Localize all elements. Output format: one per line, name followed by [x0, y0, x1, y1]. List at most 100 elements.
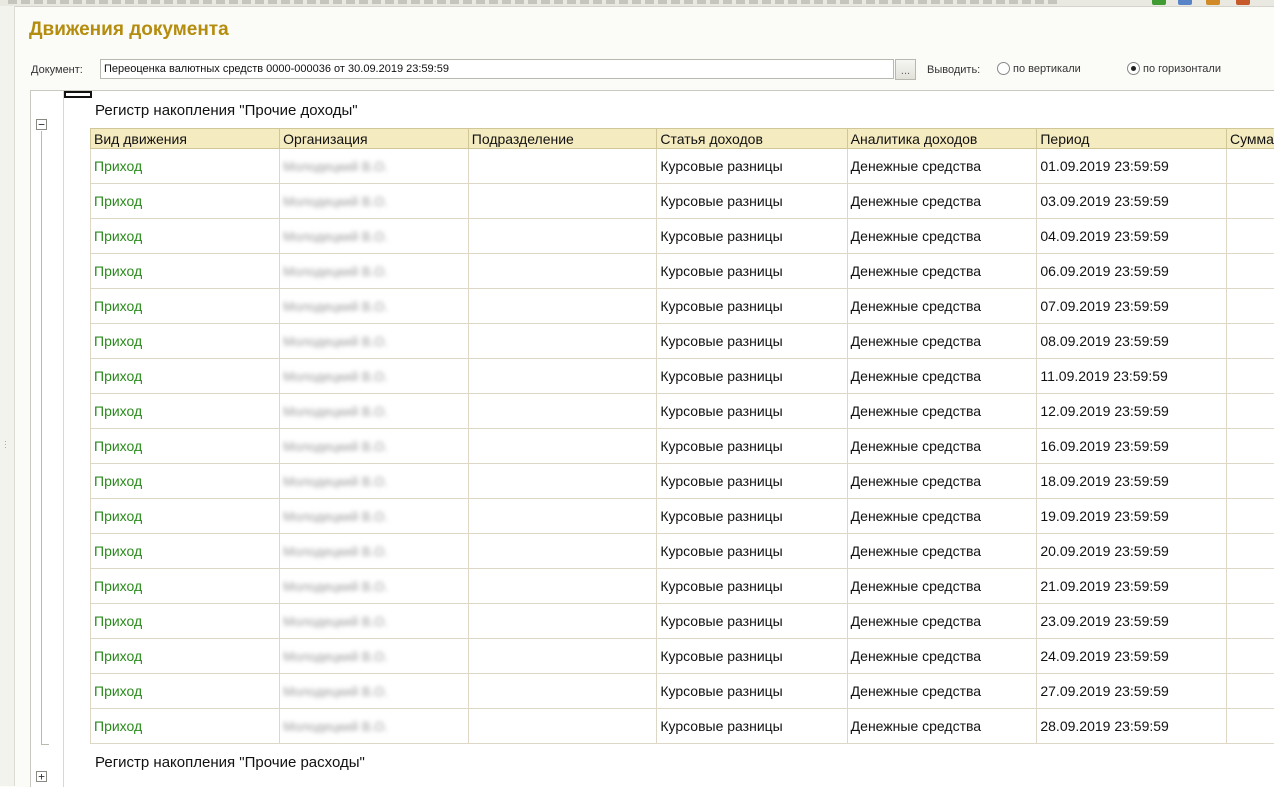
table-row[interactable]: ПриходМолодецкий В.О. Курсовые разницыДен…	[91, 394, 1274, 429]
cell-organization[interactable]: Молодецкий В.О.	[280, 184, 469, 219]
expand-plus-icon[interactable]: +	[36, 771, 47, 782]
cell-organization[interactable]: Молодецкий В.О.	[280, 219, 469, 254]
cell-movement-kind[interactable]: Приход	[91, 674, 280, 709]
cell-income-article[interactable]: Курсовые разницы	[657, 254, 847, 289]
cell-division[interactable]	[468, 464, 657, 499]
cell-movement-kind[interactable]: Приход	[91, 254, 280, 289]
cell-income-analytics[interactable]: Денежные средства	[847, 254, 1037, 289]
cell-amount[interactable]	[1226, 429, 1274, 464]
cell-movement-kind[interactable]: Приход	[91, 394, 280, 429]
table-row[interactable]: ПриходМолодецкий В.О.Курсовые разницыДен…	[91, 604, 1274, 639]
cell-income-analytics[interactable]: Денежные средства	[847, 289, 1037, 324]
cell-movement-kind[interactable]: Приход	[91, 149, 280, 184]
cell-division[interactable]	[468, 639, 657, 674]
cell-period[interactable]: 19.09.2019 23:59:59	[1037, 499, 1227, 534]
column-header[interactable]: Аналитика доходов	[847, 129, 1037, 149]
cell-period[interactable]: 24.09.2019 23:59:59	[1037, 639, 1227, 674]
table-row[interactable]: ПриходМолодецкий В.О.Курсовые разницыДен…	[91, 429, 1274, 464]
cell-income-analytics[interactable]: Денежные средства	[847, 499, 1037, 534]
cell-division[interactable]	[468, 604, 657, 639]
cell-income-article[interactable]: Курсовые разницы	[657, 394, 847, 429]
radio-circle-icon[interactable]	[997, 62, 1010, 75]
cell-amount[interactable]	[1226, 604, 1274, 639]
cell-movement-kind[interactable]: Приход	[91, 534, 280, 569]
cell-organization[interactable]: Молодецкий В.О.	[280, 604, 469, 639]
table-row[interactable]: ПриходМолодецкий В.О.Курсовые разницыДен…	[91, 709, 1274, 744]
table-row[interactable]: ПриходМолодецкий В.О.Курсовые разницыДен…	[91, 569, 1274, 604]
cell-movement-kind[interactable]: Приход	[91, 639, 280, 674]
cell-income-analytics[interactable]: Денежные средства	[847, 394, 1037, 429]
toolbar-icon[interactable]	[1178, 0, 1192, 5]
cell-movement-kind[interactable]: Приход	[91, 569, 280, 604]
cell-organization[interactable]: Молодецкий В.О.	[280, 499, 469, 534]
cell-income-analytics[interactable]: Денежные средства	[847, 359, 1037, 394]
cell-period[interactable]: 12.09.2019 23:59:59	[1037, 394, 1227, 429]
cell-division[interactable]	[468, 254, 657, 289]
toolbar-icon[interactable]	[1236, 0, 1250, 5]
table-row[interactable]: ПриходМолодецкий В.О.Курсовые разницыДен…	[91, 359, 1274, 394]
cell-period[interactable]: 08.09.2019 23:59:59	[1037, 324, 1227, 359]
cell-division[interactable]	[468, 674, 657, 709]
cell-income-analytics[interactable]: Денежные средства	[847, 149, 1037, 184]
cell-income-analytics[interactable]: Денежные средства	[847, 184, 1037, 219]
cell-income-analytics[interactable]: Денежные средства	[847, 219, 1037, 254]
column-header[interactable]: Период	[1037, 129, 1227, 149]
cell-period[interactable]: 23.09.2019 23:59:59	[1037, 604, 1227, 639]
cell-division[interactable]	[468, 429, 657, 464]
cell-division[interactable]	[468, 569, 657, 604]
cell-income-article[interactable]: Курсовые разницы	[657, 429, 847, 464]
cell-division[interactable]	[468, 289, 657, 324]
table-row[interactable]: ПриходМолодецкий В.О.Курсовые разницыДен…	[91, 639, 1274, 674]
table-row[interactable]: ПриходМолодецкий В.О.Курсовые разницыДен…	[91, 184, 1274, 219]
cell-income-analytics[interactable]: Денежные средства	[847, 709, 1037, 744]
column-header[interactable]: Вид движения	[91, 129, 280, 149]
cell-amount[interactable]	[1226, 219, 1274, 254]
cell-division[interactable]	[468, 359, 657, 394]
cell-organization[interactable]: Молодецкий В.О.	[280, 324, 469, 359]
cell-income-analytics[interactable]: Денежные средства	[847, 534, 1037, 569]
collapse-minus-icon[interactable]: −	[36, 119, 47, 130]
cell-organization[interactable]: Молодецкий В.О.	[280, 254, 469, 289]
cell-income-analytics[interactable]: Денежные средства	[847, 324, 1037, 359]
cell-amount[interactable]	[1226, 324, 1274, 359]
cell-movement-kind[interactable]: Приход	[91, 429, 280, 464]
cell-amount[interactable]	[1226, 394, 1274, 429]
cell-period[interactable]: 21.09.2019 23:59:59	[1037, 569, 1227, 604]
cell-division[interactable]	[468, 324, 657, 359]
cell-division[interactable]	[468, 394, 657, 429]
cell-amount[interactable]	[1226, 149, 1274, 184]
radio-circle-selected-icon[interactable]	[1127, 62, 1140, 75]
cell-income-article[interactable]: Курсовые разницы	[657, 674, 847, 709]
cell-movement-kind[interactable]: Приход	[91, 499, 280, 534]
cell-amount[interactable]	[1226, 359, 1274, 394]
table-row[interactable]: ПриходМолодецкий В.О.Курсовые разницыДен…	[91, 149, 1274, 184]
cell-movement-kind[interactable]: Приход	[91, 464, 280, 499]
toolbar-icon[interactable]	[1206, 0, 1220, 5]
cell-income-article[interactable]: Курсовые разницы	[657, 149, 847, 184]
cell-amount[interactable]	[1226, 499, 1274, 534]
cell-division[interactable]	[468, 534, 657, 569]
cell-income-article[interactable]: Курсовые разницы	[657, 569, 847, 604]
cell-division[interactable]	[468, 219, 657, 254]
cell-income-article[interactable]: Курсовые разницы	[657, 219, 847, 254]
cell-period[interactable]: 18.09.2019 23:59:59	[1037, 464, 1227, 499]
cell-period[interactable]: 07.09.2019 23:59:59	[1037, 289, 1227, 324]
cell-income-article[interactable]: Курсовые разницы	[657, 534, 847, 569]
column-header[interactable]: Статья доходов	[657, 129, 847, 149]
table-row[interactable]: ПриходМолодецкий В.О.Курсовые разницыДен…	[91, 289, 1274, 324]
cell-movement-kind[interactable]: Приход	[91, 359, 280, 394]
cell-income-analytics[interactable]: Денежные средства	[847, 639, 1037, 674]
cell-income-article[interactable]: Курсовые разницы	[657, 604, 847, 639]
cell-movement-kind[interactable]: Приход	[91, 219, 280, 254]
document-select-button[interactable]: ...	[895, 59, 916, 80]
cell-period[interactable]: 04.09.2019 23:59:59	[1037, 219, 1227, 254]
cell-period[interactable]: 16.09.2019 23:59:59	[1037, 429, 1227, 464]
cell-division[interactable]	[468, 709, 657, 744]
table-row[interactable]: ПриходМолодецкий В.О. Курсовые разницыДен…	[91, 219, 1274, 254]
cell-amount[interactable]	[1226, 674, 1274, 709]
table-row[interactable]: ПриходМолодецкий В.О. Курсовые разницыДен…	[91, 254, 1274, 289]
column-header[interactable]: Подразделение	[468, 129, 657, 149]
table-row[interactable]: ПриходМолодецкий В.О.Курсовые разницыДен…	[91, 499, 1274, 534]
table-row[interactable]: ПриходМолодецкий В.О.Курсовые разницыДен…	[91, 464, 1274, 499]
cell-organization[interactable]: Молодецкий В.О.	[280, 394, 469, 429]
